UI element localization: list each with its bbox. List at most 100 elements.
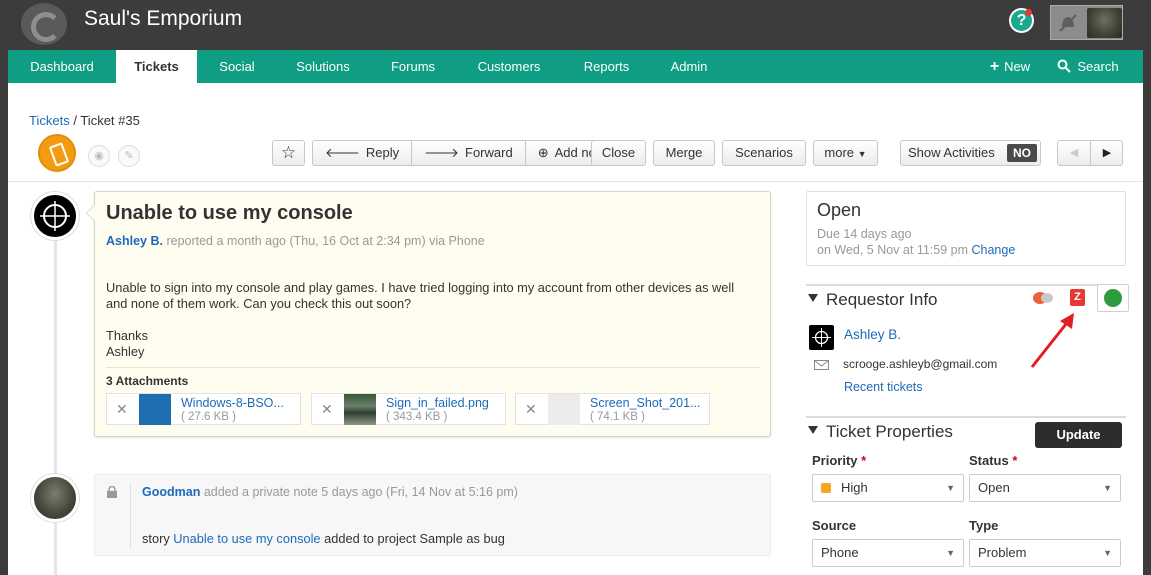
properties-section-header[interactable]: Ticket Properties bbox=[808, 422, 953, 442]
reply-button[interactable]: 🡐 Reply bbox=[313, 141, 413, 165]
attachment-name[interactable]: Sign_in_failed.png bbox=[386, 396, 489, 410]
requestor-avatar[interactable] bbox=[809, 325, 834, 350]
nav-social[interactable]: Social bbox=[197, 50, 277, 83]
star-icon[interactable]: ☆ bbox=[272, 140, 305, 166]
type-select[interactable]: Problem ▼ bbox=[969, 539, 1121, 567]
plus-icon: + bbox=[989, 58, 1000, 75]
merge-button[interactable]: Merge bbox=[653, 140, 715, 166]
note-text-prefix: story bbox=[142, 531, 170, 546]
requester-link[interactable]: Ashley B. bbox=[106, 234, 163, 248]
eye-icon[interactable]: ◉ bbox=[88, 145, 110, 167]
remove-attachment-icon[interactable]: ✕ bbox=[525, 401, 537, 418]
nav-customers[interactable]: Customers bbox=[457, 50, 561, 83]
new-label: New bbox=[1004, 59, 1031, 74]
ticket-signoff: Thanks bbox=[106, 328, 148, 343]
ticket-signature: Ashley bbox=[106, 344, 145, 359]
forward-button[interactable]: 🡒 Forward bbox=[412, 141, 526, 165]
due-date: on Wed, 5 Nov at 11:59 pm Change bbox=[817, 243, 1015, 257]
chat-integration-icon[interactable] bbox=[1032, 291, 1054, 305]
next-ticket-icon[interactable]: ▶ bbox=[1091, 141, 1123, 165]
pencil-icon[interactable]: ✎ bbox=[118, 145, 140, 167]
update-button[interactable]: Update bbox=[1035, 422, 1122, 448]
ticket-description-card: Unable to use my console Ashley B. repor… bbox=[86, 191, 771, 437]
crosshair-icon bbox=[812, 328, 831, 347]
due-status: Due 14 days ago bbox=[817, 227, 912, 241]
reply-actions-group: 🡐 Reply 🡒 Forward ⊕ Add note bbox=[312, 140, 620, 166]
attachment-item[interactable]: ✕ Sign_in_failed.png ( 343.4 KB ) bbox=[311, 393, 506, 425]
breadcrumb-separator: / bbox=[73, 113, 77, 128]
ticket-pagination: ◀ ▶ bbox=[1057, 140, 1123, 166]
user-menu[interactable] bbox=[1050, 5, 1123, 40]
requester-avatar[interactable] bbox=[31, 192, 79, 240]
new-button[interactable]: + New bbox=[982, 50, 1038, 83]
lock-icon bbox=[107, 486, 117, 498]
nav-dashboard[interactable]: Dashboard bbox=[8, 50, 116, 83]
recent-tickets-link[interactable]: Recent tickets bbox=[844, 380, 923, 394]
app-logo-icon[interactable] bbox=[21, 3, 67, 45]
private-note: Goodman added a private note 5 days ago … bbox=[94, 474, 771, 556]
attachment-size: ( 27.6 KB ) bbox=[181, 411, 236, 423]
attachment-name[interactable]: Windows-8-BSO... bbox=[181, 396, 284, 410]
close-button[interactable]: Close bbox=[591, 140, 646, 166]
ticket-body-line: and none of them work. Can you check thi… bbox=[106, 296, 412, 311]
nav-admin[interactable]: Admin bbox=[652, 50, 726, 83]
attachment-size: ( 74.1 KB ) bbox=[590, 411, 645, 423]
nav-forums[interactable]: Forums bbox=[369, 50, 457, 83]
attachment-item[interactable]: ✕ Screen_Shot_201... ( 74.1 KB ) bbox=[515, 393, 710, 425]
search-button[interactable]: Search bbox=[1050, 50, 1126, 83]
attachment-name[interactable]: Screen_Shot_201... bbox=[590, 396, 701, 410]
z-integration-icon[interactable]: Z bbox=[1070, 289, 1085, 306]
search-label: Search bbox=[1077, 59, 1119, 74]
dropdown-caret-icon: ▼ bbox=[946, 483, 955, 493]
notification-dot bbox=[1025, 9, 1032, 16]
show-activities-state: NO bbox=[1007, 144, 1037, 162]
ticket-body: Unable to sign into my console and play … bbox=[106, 280, 761, 360]
priority-color-swatch bbox=[821, 483, 831, 493]
more-dropdown[interactable]: more ▼ bbox=[813, 140, 878, 166]
attachment-thumbnail bbox=[548, 394, 580, 425]
requestor-email: scrooge.ashleyb@gmail.com bbox=[843, 357, 998, 371]
add-note-icon: ⊕ bbox=[537, 145, 549, 160]
dropdown-caret-icon: ▼ bbox=[1103, 548, 1112, 558]
type-label: Type bbox=[969, 518, 999, 533]
scenarios-button[interactable]: Scenarios bbox=[722, 140, 806, 166]
requestor-name-link[interactable]: Ashley B. bbox=[844, 327, 901, 342]
attachment-item[interactable]: ✕ Windows-8-BSO... ( 27.6 KB ) bbox=[106, 393, 301, 425]
nav-tickets[interactable]: Tickets bbox=[116, 50, 197, 83]
change-due-date-link[interactable]: Change bbox=[972, 243, 1016, 257]
show-activities-toggle[interactable]: Show Activities NO bbox=[900, 140, 1041, 166]
previous-ticket-icon[interactable]: ◀ bbox=[1058, 141, 1091, 165]
status-select[interactable]: Open ▼ bbox=[969, 474, 1121, 502]
crosshair-icon bbox=[40, 201, 70, 231]
attachments-title: 3 Attachments bbox=[106, 374, 189, 388]
nav-solutions[interactable]: Solutions bbox=[277, 50, 369, 83]
caret-down-icon: ▼ bbox=[857, 149, 867, 159]
agent-avatar[interactable] bbox=[31, 474, 79, 522]
nav-reports[interactable]: Reports bbox=[561, 50, 652, 83]
phone-source-icon bbox=[38, 134, 76, 172]
required-marker: * bbox=[1012, 453, 1018, 468]
app-integration-button[interactable] bbox=[1097, 284, 1129, 312]
attachment-thumbnail bbox=[139, 394, 171, 425]
ticket-status-box: Open Due 14 days ago on Wed, 5 Nov at 11… bbox=[806, 191, 1126, 266]
remove-attachment-icon[interactable]: ✕ bbox=[116, 401, 128, 418]
breadcrumb-tickets-link[interactable]: Tickets bbox=[29, 113, 70, 128]
user-avatar[interactable] bbox=[1087, 8, 1122, 38]
top-bar: Saul's Emporium ? bbox=[0, 0, 1151, 50]
mute-bell-icon[interactable] bbox=[1057, 12, 1079, 34]
note-author-link[interactable]: Goodman bbox=[142, 485, 200, 499]
remove-attachment-icon[interactable]: ✕ bbox=[321, 401, 333, 418]
source-select[interactable]: Phone ▼ bbox=[812, 539, 964, 567]
source-label: Source bbox=[812, 518, 857, 533]
priority-select[interactable]: High ▼ bbox=[812, 474, 964, 502]
priority-label-text: Priority bbox=[812, 453, 858, 468]
green-app-icon bbox=[1104, 289, 1122, 307]
attachments-divider bbox=[106, 367, 761, 368]
show-activities-label: Show Activities bbox=[908, 145, 995, 160]
requestor-section-header[interactable]: Requestor Info bbox=[808, 290, 938, 310]
breadcrumb: Tickets / Ticket #35 bbox=[29, 113, 140, 128]
note-story-link[interactable]: Unable to use my console bbox=[173, 531, 320, 546]
app-title: Saul's Emporium bbox=[84, 7, 243, 30]
required-marker: * bbox=[861, 453, 867, 468]
priority-label: Priority * bbox=[812, 453, 866, 468]
